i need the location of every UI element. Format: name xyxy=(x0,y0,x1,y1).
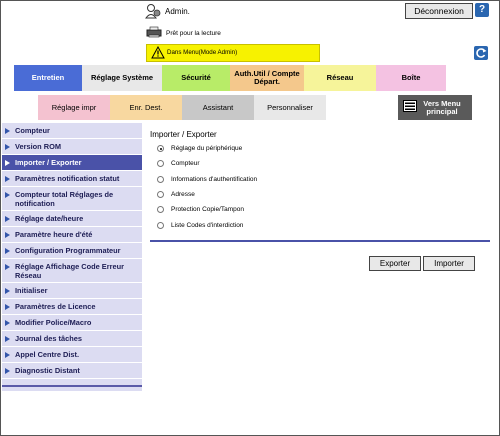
radio-button[interactable] xyxy=(157,206,164,213)
user-label: Admin. xyxy=(165,7,190,16)
sidebar-item-police-macro[interactable]: Modifier Police/Macro xyxy=(2,315,142,331)
warning-text: Dans Menu(Mode Admin) xyxy=(167,49,238,56)
sidebar-item-diagnostic[interactable]: Diagnostic Distant xyxy=(2,363,142,379)
tab-boite[interactable]: Boîte xyxy=(376,65,446,91)
sidebar-item-notification-statut[interactable]: Paramètres notification statut xyxy=(2,171,142,187)
option-authentification[interactable]: Informations d'authentification xyxy=(157,176,257,183)
sidebar-item-journal[interactable]: Journal des tâches xyxy=(2,331,142,347)
option-reglage-peripherique[interactable]: Réglage du périphérique xyxy=(157,145,242,152)
option-protection-copie[interactable]: Protection Copie/Tampon xyxy=(157,206,244,213)
sidebar-item-compteur[interactable]: Compteur xyxy=(2,123,142,139)
sidebar-item-import-export[interactable]: Importer / Exporter xyxy=(2,155,142,171)
sidebar-menu: Compteur Version ROM Importer / Exporter… xyxy=(2,123,142,391)
option-codes-interdiction[interactable]: Liste Codes d'interdiction xyxy=(157,222,243,229)
tab-assistant[interactable]: Assistant xyxy=(182,95,254,120)
sidebar-divider xyxy=(2,385,142,387)
export-button[interactable]: Exporter xyxy=(369,256,421,271)
sidebar-item-date-heure[interactable]: Réglage date/heure xyxy=(2,211,142,227)
option-compteur[interactable]: Compteur xyxy=(157,160,200,167)
radio-button[interactable] xyxy=(157,222,164,229)
sidebar-item-code-erreur[interactable]: Réglage Affichage Code Erreur Réseau xyxy=(2,259,142,283)
refresh-button[interactable] xyxy=(474,46,488,60)
sidebar-item-compteur-total[interactable]: Compteur total Réglages de notification xyxy=(2,187,142,211)
refresh-icon xyxy=(476,48,487,58)
help-button[interactable]: ? xyxy=(475,3,489,17)
warning-icon xyxy=(151,46,165,59)
tab-reglage-systeme[interactable]: Réglage Système xyxy=(82,65,162,91)
sidebar-item-appel-centre[interactable]: Appel Centre Dist. xyxy=(2,347,142,363)
printer-icon xyxy=(146,26,162,38)
content-divider xyxy=(150,240,490,242)
tab-auth-compte[interactable]: Auth.Util / Compte Départ. xyxy=(230,65,304,91)
radio-button[interactable] xyxy=(157,145,164,152)
tab-reglage-impr[interactable]: Réglage impr xyxy=(38,95,110,120)
tab-reseau[interactable]: Réseau xyxy=(304,65,376,91)
radio-button[interactable] xyxy=(157,191,164,198)
sidebar-item-heure-ete[interactable]: Paramètre heure d'été xyxy=(2,227,142,243)
admin-user-icon xyxy=(145,4,161,19)
status-text: Prêt pour la lecture xyxy=(166,30,221,37)
admin-mode-banner: Dans Menu(Mode Admin) xyxy=(146,44,320,62)
tab-entretien[interactable]: Entretien xyxy=(14,65,82,91)
sidebar-item-version-rom[interactable]: Version ROM xyxy=(2,139,142,155)
tab-enr-dest[interactable]: Enr. Dest. xyxy=(110,95,182,120)
tab-personnaliser[interactable]: Personnaliser xyxy=(254,95,326,120)
menu-screen-icon xyxy=(403,100,417,112)
sidebar-item-programmateur[interactable]: Configuration Programmateur xyxy=(2,243,142,259)
tab-securite[interactable]: Sécurité xyxy=(162,65,230,91)
page-title: Importer / Exporter xyxy=(150,130,217,139)
radio-button[interactable] xyxy=(157,176,164,183)
import-button[interactable]: Importer xyxy=(423,256,475,271)
logout-button[interactable]: Déconnexion xyxy=(405,3,473,19)
sidebar-item-licence[interactable]: Paramètres de Licence xyxy=(2,299,142,315)
main-menu-button[interactable]: Vers Menu principal xyxy=(398,95,472,120)
sidebar-item-initialiser[interactable]: Initialiser xyxy=(2,283,142,299)
radio-button[interactable] xyxy=(157,160,164,167)
option-adresse[interactable]: Adresse xyxy=(157,191,195,198)
